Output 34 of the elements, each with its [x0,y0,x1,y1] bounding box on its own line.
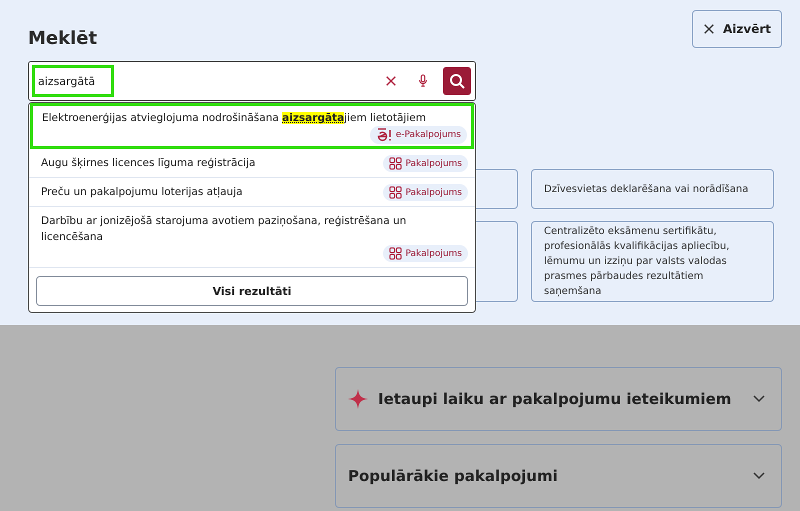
grid-icon [388,186,402,199]
search-button[interactable] [443,67,471,95]
accordion-header[interactable]: Populārākie pakalpojumi [335,444,782,508]
suggestion-item[interactable]: Preču un pakalpojumu loterijas atļauja Pakalpojums [29,178,475,207]
suggestion-item[interactable]: Darbību ar jonizējošā starojuma avotiem paziņošana, reģistrēšana un licencēšana Pakalpojums [29,207,475,268]
service-card[interactable]: Dzīvesvietas deklarēšana vai norādīšana [531,169,774,209]
grid-icon [388,157,402,170]
accordion-title: Ietaupi laiku ar pakalpojumu ieteikumiem [378,390,732,408]
suggestion-text: Preču un pakalpojumu loterijas atļauja [41,185,243,200]
page-title: Meklēt [28,28,98,49]
service-badge: Pakalpojums [382,184,468,201]
close-icon [703,23,715,35]
suggestion-item[interactable]: Elektroenerģijas atvieglojuma nodrošināšana aizsargātajiem lietotājiem e-Pakalpojums [30,103,474,149]
service-card[interactable]: Centralizēto eksāmenu sertifikātu, profesionālās kvalifikācijas apliecību, lēmumu un izziņu par valsts valodas prasmes pārbaudes rezultātiem saņemšana [531,221,774,302]
e-service-icon [376,128,392,142]
suggestion-text: Augu šķirnes licences līguma reģistrācija [41,156,256,171]
sparkle-icon [348,389,368,409]
search-field[interactable]: aizsargātā [32,65,114,97]
close-button[interactable]: Aizvērt [692,10,782,48]
chevron-icon [753,472,765,480]
accordion-header[interactable]: Ietaupi laiku ar pakalpojumu ieteikumiem [335,367,782,431]
search-icon [449,73,465,89]
service-badge: Pakalpojums [382,245,468,262]
service-badge: e-Pakalpojums [370,126,467,144]
accordion-title: Populārākie pakalpojumi [348,467,558,485]
service-badge: Pakalpojums [382,155,468,172]
all-results-button[interactable]: Visi rezultāti [36,276,468,306]
grid-icon [388,247,402,260]
suggestion-item[interactable]: Augu šķirnes licences līguma reģistrācija Pakalpojums [29,149,475,178]
microphone-icon[interactable] [417,74,429,88]
chevron-icon [753,395,765,403]
suggestion-text: Darbību ar jonizējošā starojuma avotiem paziņošana, reģistrēšana un licencēšana [41,214,408,245]
suggestion-text: Elektroenerģijas atvieglojuma nodrošināšana aizsargātajiem lietotājiem [42,111,427,126]
clear-icon[interactable] [385,75,397,87]
